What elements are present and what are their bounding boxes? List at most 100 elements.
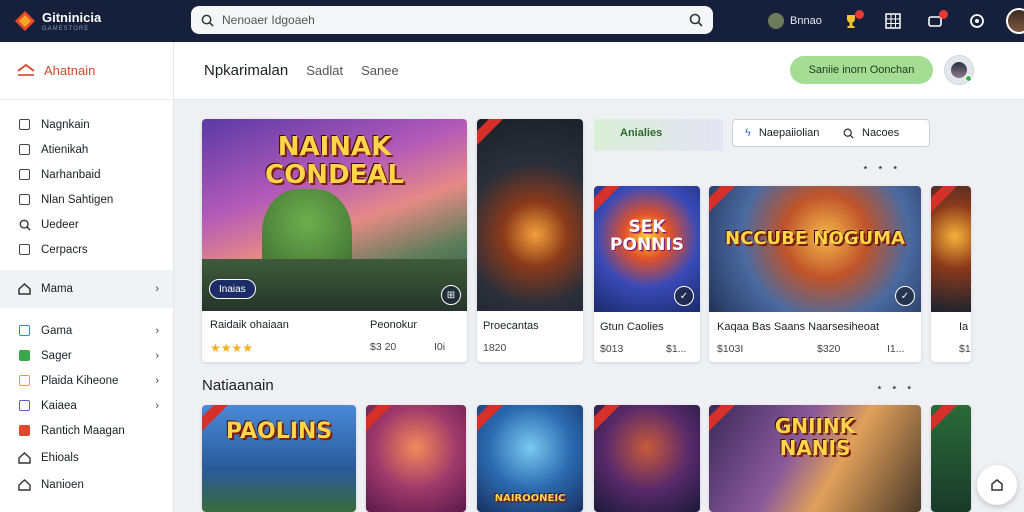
promo-banner-label: Anialies [620,127,663,139]
sidebar-item-nlan-sahtigen[interactable]: Nlan Sahtigen [0,187,173,212]
square-icon [18,399,31,412]
game-name: Kaqaa Bas Saans Naarsesiheoat [717,321,880,333]
sidebar-item-atienikah[interactable]: Atienikah [0,137,173,162]
game-card[interactable] [931,405,971,512]
featured-price-left: $3 20 [370,341,397,353]
search-input[interactable] [222,13,689,27]
game-price: $1 [959,343,971,355]
sidebar-item-narhanbaid[interactable]: Narhanbaid [0,162,173,187]
game-art-title: NAIROONEIC [494,493,566,504]
game-art: NCCUBE NOGUMA ✓ [709,186,921,312]
game-card[interactable] [594,405,700,512]
game-art [366,405,466,512]
profile-avatar[interactable] [1005,8,1024,34]
clipboard-icon [18,193,31,206]
featured-art-title: NAINAK CONDEAL [265,132,404,190]
sidebar-item-gama[interactable]: Gama › [0,318,173,343]
sale-ribbon [594,186,622,217]
game-price: $103I [717,343,744,355]
search-submit-icon[interactable] [689,13,703,27]
game-card[interactable]: NAIROONEIC [477,405,583,512]
game-card[interactable]: PAOLINS [202,405,356,512]
sidebar-item-plaida-kiheone[interactable]: Plaida Kiheone › [0,368,173,393]
platform-icon: ✓ [674,286,694,306]
game-card[interactable] [366,405,466,512]
platform-icon: ✓ [895,286,915,306]
sidebar-item-kaiaea[interactable]: Kaiaea › [0,393,173,418]
promo-banner[interactable]: Anialies [594,119,723,151]
sidebar-item-uedeer[interactable]: Uedeer [0,212,173,237]
box-icon [18,374,31,387]
search-icon [201,14,214,27]
sidebar-item-sager[interactable]: Sager › [0,343,173,368]
game-art: PAOLINS [202,405,356,512]
game-art-title: NCCUBE NOGUMA [725,228,905,249]
game-name: Gtun Caolies [600,321,664,333]
search-icon [843,128,854,139]
home-icon [18,451,31,464]
home-icon [18,283,31,296]
floating-action-button[interactable] [977,465,1017,505]
chevron-right-icon: › [155,349,159,362]
game-card[interactable]: Proecantas 1820 [477,119,583,362]
sidebar-item-rantich-maagan[interactable]: Rantich Maagan [0,418,173,443]
section-title: Natiaanain [202,377,274,394]
sale-ribbon [366,405,394,436]
search-icon [18,218,31,231]
page-title: Npkarimalan [204,62,289,79]
brand-subtitle: GAMESTORE [42,25,90,32]
game-price: $013 [600,343,624,355]
sale-ribbon [477,405,505,436]
filter-right[interactable]: Nacoes [831,127,929,139]
featured-name-left: Raidaik ohaiaan [210,319,289,331]
settings-button[interactable] [966,10,988,32]
game-card[interactable]: SEK PONNIS ✓ Gtun Caolies $013 $1... [594,186,700,362]
sale-ribbon [931,405,959,436]
grid-icon [885,13,901,29]
sidebar-item-mama[interactable]: Mama › [0,270,173,308]
cart-button[interactable] [924,10,948,32]
grid-button[interactable] [882,10,904,32]
main-header: Npkarimalan Sadlat Sanee Saniie inorn Oo… [174,42,1024,100]
chevron-right-icon: › [155,324,159,337]
sale-ribbon [594,405,622,436]
featured-tag-pill[interactable]: Inaias [209,279,256,299]
game-art-title: GNIINK NANIS [774,414,856,460]
sidebar-item-nanioen[interactable]: Nanioen [0,472,173,497]
gear-icon [969,14,984,28]
game-price: 1820 [483,342,507,354]
tab-sanee[interactable]: Sanee [361,63,399,78]
sale-ribbon [477,119,505,150]
featured-game-card[interactable]: NAINAK CONDEAL Inaias ⊞ Raidaik ohaiaan … [202,119,467,362]
trophy-button[interactable] [840,10,864,32]
game-card[interactable]: NCCUBE NOGUMA ✓ Kaqaa Bas Saans Naarsesi… [709,186,921,362]
user-mini-avatar [768,13,784,29]
search-bar[interactable] [191,6,713,34]
game-art-title: PAOLINS [225,419,333,444]
mail-icon [18,168,31,181]
brand[interactable]: Gitninicia GAMESTORE [14,10,184,32]
sidebar-item-nagnkain[interactable]: Nagnkain [0,112,173,137]
filter-box[interactable]: ϟ Naepaiiolian Nacoes [732,119,930,147]
game-price-alt: $320 [817,343,841,355]
cta-button[interactable]: Saniie inorn Oonchan [790,56,933,84]
lightning-icon: ϟ [745,127,751,139]
game-card[interactable]: GNIINK NANIS [709,405,921,512]
game-art: SEK PONNIS ✓ [594,186,700,312]
sale-ribbon [931,186,959,217]
game-art: GNIINK NANIS [709,405,921,512]
game-art [931,186,971,312]
sidebar-header[interactable]: Ahatnain [0,42,173,100]
carousel-controls-icon[interactable]: ⋆⋆⋆ [876,381,921,394]
game-card[interactable]: Ia $1 [931,186,971,362]
filter-left[interactable]: ϟ Naepaiiolian [733,127,831,139]
sidebar-item-ehioals[interactable]: Ehioals [0,445,173,470]
inbox-icon [991,479,1003,491]
top-user[interactable]: Bnnao [768,13,822,29]
header-avatar[interactable] [944,55,974,85]
list-icon [18,243,31,256]
game-price-alt: $1... [666,343,687,355]
carousel-controls-icon[interactable]: ⋆⋆⋆ [862,161,907,174]
sidebar-item-cerpacrs[interactable]: Cerpacrs [0,237,173,262]
tab-sadlat[interactable]: Sadlat [306,63,343,78]
